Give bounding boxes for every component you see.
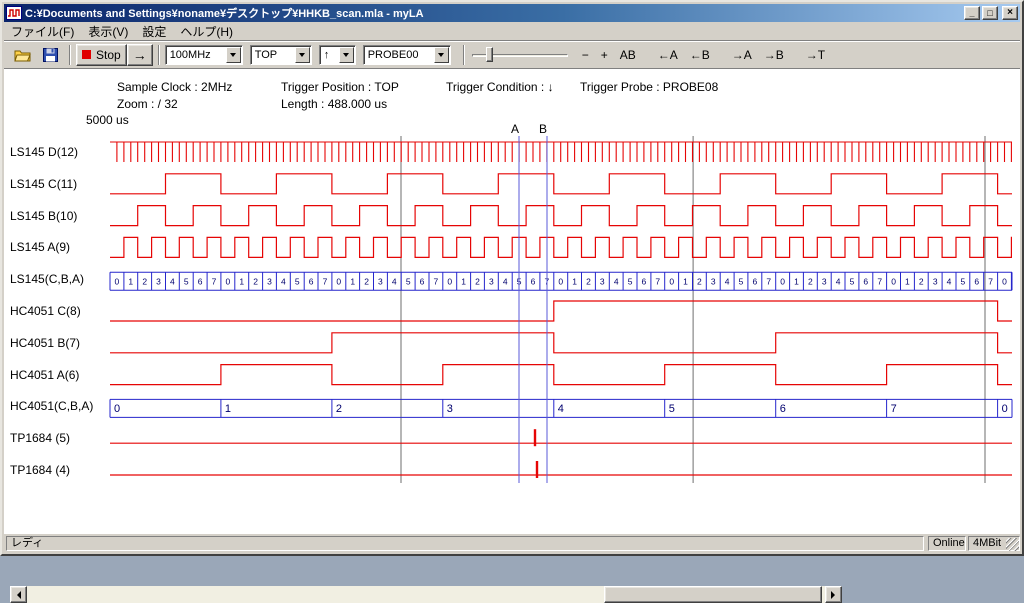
toolbar: Stop → 100MHz TOP ↑ PROBE00 − + AB	[4, 40, 1020, 68]
probe-combobox[interactable]: PROBE00	[363, 45, 451, 65]
scrollbar-thumb[interactable]	[604, 586, 822, 603]
run-arrow-icon: →	[133, 47, 147, 63]
floppy-icon	[43, 48, 58, 62]
open-folder-icon	[14, 48, 31, 62]
app-window: C:¥Documents and Settings¥noname¥デスクトップ¥…	[0, 0, 1024, 556]
stop-icon	[82, 50, 91, 59]
save-button[interactable]	[37, 44, 64, 66]
resize-grip-icon[interactable]	[1006, 538, 1019, 551]
window-title: C:¥Documents and Settings¥noname¥デスクトップ¥…	[25, 5, 962, 21]
toolbar-separator	[69, 45, 71, 65]
minimize-button[interactable]: _	[964, 6, 980, 20]
arrow-left-icon	[13, 591, 21, 599]
goto-a-left-button[interactable]: ←A	[652, 44, 684, 66]
status-ready: レディ	[6, 536, 924, 551]
arrow-right-icon	[831, 591, 839, 599]
status-online: Online	[928, 536, 966, 551]
toolbar-separator	[158, 45, 160, 65]
trigger-edge-combobox[interactable]: ↑	[319, 45, 356, 65]
zoom-slider-thumb[interactable]	[486, 47, 493, 62]
waveform-client-area	[4, 68, 1020, 534]
zoom-in-button[interactable]: +	[595, 44, 614, 66]
dropdown-button[interactable]	[434, 47, 449, 63]
goto-b-right-button[interactable]: →B	[758, 44, 790, 66]
maximize-button[interactable]: □	[982, 6, 998, 20]
menu-settings[interactable]: 設定	[135, 21, 173, 42]
menu-file[interactable]: ファイル(F)	[4, 21, 81, 42]
chevron-down-icon	[438, 53, 444, 60]
statusbar: レディ Online 4MBit	[4, 534, 1020, 552]
goto-b-left-button[interactable]: ←B	[684, 44, 716, 66]
run-button[interactable]: →	[127, 44, 153, 66]
open-file-button[interactable]	[8, 44, 37, 66]
dropdown-button[interactable]	[295, 47, 310, 63]
menu-help[interactable]: ヘルプ(H)	[173, 21, 240, 42]
sample-clock-combobox[interactable]: 100MHz	[165, 45, 243, 65]
zoom-out-button[interactable]: −	[576, 44, 595, 66]
menu-view[interactable]: 表示(V)	[81, 21, 135, 42]
scroll-left-button[interactable]	[10, 586, 27, 603]
chevron-down-icon	[299, 53, 305, 60]
chevron-down-icon	[230, 53, 236, 60]
ab-range-button[interactable]: AB	[614, 44, 642, 66]
trigger-position-combobox[interactable]: TOP	[250, 45, 312, 65]
stop-button-label: Stop	[96, 48, 121, 62]
scroll-right-button[interactable]	[825, 586, 842, 603]
sample-clock-value: 100MHz	[170, 49, 224, 61]
app-icon	[6, 6, 22, 20]
stop-button[interactable]: Stop	[76, 44, 127, 66]
dropdown-button[interactable]	[226, 47, 241, 63]
close-button[interactable]: ×	[1002, 6, 1018, 20]
trigger-position-value: TOP	[255, 49, 293, 61]
goto-a-right-button[interactable]: →A	[726, 44, 758, 66]
toolbar-separator	[463, 45, 465, 65]
menubar: ファイル(F) 表示(V) 設定 ヘルプ(H)	[4, 22, 1020, 40]
titlebar[interactable]: C:¥Documents and Settings¥noname¥デスクトップ¥…	[4, 4, 1020, 22]
probe-value: PROBE00	[368, 49, 432, 61]
dropdown-button[interactable]	[339, 47, 354, 63]
goto-trigger-button[interactable]: →T	[800, 44, 831, 66]
horizontal-scrollbar[interactable]	[10, 586, 842, 603]
trigger-edge-value: ↑	[324, 49, 337, 61]
chevron-down-icon	[343, 53, 349, 60]
zoom-slider[interactable]	[472, 45, 568, 65]
